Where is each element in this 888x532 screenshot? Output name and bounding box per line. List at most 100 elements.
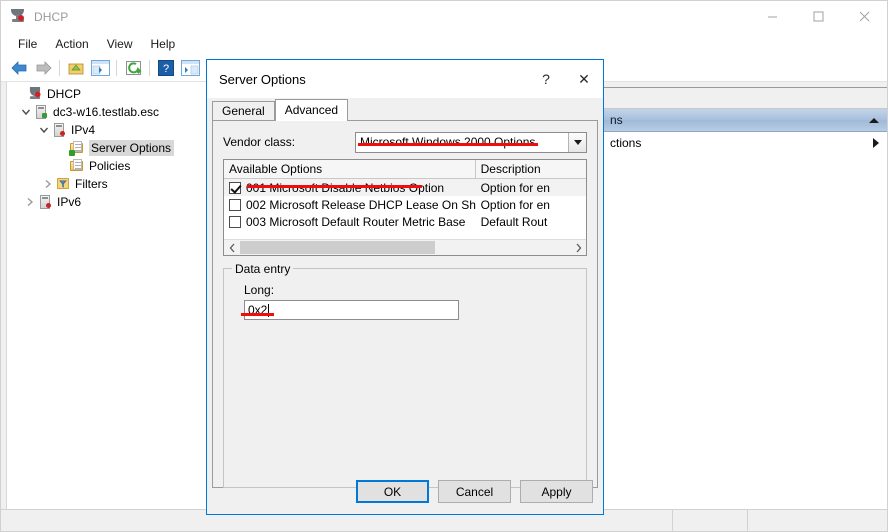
tree-item-ipv6[interactable]: IPv6 [7,193,209,211]
server-options-dialog: Server Options ? ✕ General Advanced Vend… [206,59,604,515]
option-description: Option for en [476,181,586,195]
available-options-list[interactable]: Available Options Description 001 Micros… [223,159,587,256]
vendor-class-underline [358,143,538,146]
chevron-right-icon[interactable] [23,194,37,210]
tree-item-dc3-w16-testlab-esc[interactable]: dc3-w16.testlab.esc [7,103,209,121]
tree-item-label: dc3-w16.testlab.esc [53,105,159,119]
server-icon [33,104,49,120]
scrollbar-thumb[interactable] [240,241,435,254]
filters-folder-icon [55,176,71,192]
maximize-icon[interactable] [795,1,841,32]
scrollbar-track[interactable] [240,240,570,256]
option-row-name-cell[interactable]: 003 Microsoft Default Router Metric Base [224,215,476,229]
tree-item-label: Server Options [89,140,174,156]
chevron-down-icon[interactable] [19,104,33,120]
svg-text:?: ? [163,63,169,75]
toolbar-separator [116,60,117,76]
help-icon[interactable]: ? [155,57,177,79]
close-icon[interactable] [841,1,887,32]
show-hide-tree-icon[interactable] [89,57,111,79]
long-value-underline [241,313,274,316]
horizontal-scrollbar[interactable] [224,239,586,255]
tab-general[interactable]: General [212,101,275,120]
menu-file[interactable]: File [9,34,46,54]
window-controls [749,1,887,32]
vendor-class-row: Vendor class: Microsoft Windows 2000 Opt… [223,131,587,153]
apply-button[interactable]: Apply [520,480,593,503]
minimize-icon[interactable] [749,1,795,32]
menu-help[interactable]: Help [142,34,185,54]
collapse-chevron-icon[interactable] [869,118,879,123]
menu-action[interactable]: Action [46,34,97,54]
dialog-title: Server Options [219,72,306,87]
available-options-header: Available Options Description [224,160,586,179]
tree-item-label: Filters [75,177,108,191]
vendor-class-label: Vendor class: [223,135,355,149]
toolbar-separator [59,60,60,76]
advanced-tab-panel: Vendor class: Microsoft Windows 2000 Opt… [212,120,598,488]
console-tree: DHCP dc3-w16.testlab.esc IPv4 [7,82,210,528]
chevron-right-icon[interactable] [41,176,55,192]
cancel-button[interactable]: Cancel [438,480,511,503]
server-options-folder-icon [69,140,85,156]
table-row[interactable]: 002 Microsoft Release DHCP Lease On Shut… [224,196,586,213]
option-description: Default Rout [476,215,586,229]
close-icon[interactable]: ✕ [565,60,603,98]
submenu-arrow-icon[interactable] [873,138,879,148]
option-001-underline [247,185,422,188]
chevron-down-icon[interactable] [37,122,51,138]
tree-item-policies[interactable]: Policies [7,157,209,175]
properties-icon[interactable] [122,57,144,79]
tree-item-ipv4[interactable]: IPv4 [7,121,209,139]
option-description: Option for en [476,198,586,212]
ipv4-server-icon [51,122,67,138]
option-checkbox[interactable] [229,216,241,228]
tree-item-server-options[interactable]: Server Options [7,139,209,157]
show-action-pane-icon[interactable] [179,57,201,79]
long-field-label: Long: [244,283,576,297]
actions-pane-more-actions-row[interactable]: ctions [604,132,887,154]
option-row-name-cell[interactable]: 002 Microsoft Release DHCP Lease On Shut… [224,198,476,212]
toolbar-separator [149,60,150,76]
tree-item-label: IPv6 [57,195,81,209]
option-checkbox[interactable] [229,199,241,211]
twisty-spacer [13,86,27,102]
table-row[interactable]: 003 Microsoft Default Router Metric Base… [224,213,586,230]
tree-item-label: IPv4 [71,123,95,137]
data-entry-group: Data entry Long: 0x2 [223,268,587,488]
tree-item-dhcp[interactable]: DHCP [7,85,209,103]
column-header-description[interactable]: Description [476,160,586,178]
long-value-input[interactable]: 0x2 [244,300,459,320]
option-checkbox[interactable] [229,182,241,194]
dialog-controls: ? ✕ [527,60,603,98]
data-entry-group-title: Data entry [232,262,293,276]
tab-advanced[interactable]: Advanced [275,99,348,121]
vendor-class-dropdown[interactable]: Microsoft Windows 2000 Options [355,132,587,153]
tree-item-label: DHCP [47,87,81,101]
forward-arrow-icon[interactable] [32,57,54,79]
dialog-button-row: OK Cancel Apply [356,480,593,503]
twisty-spacer [55,158,69,174]
menu-view[interactable]: View [98,34,142,54]
column-header-available-options[interactable]: Available Options [224,160,476,178]
dhcp-console-icon [10,9,26,25]
back-arrow-icon[interactable] [8,57,30,79]
option-name: 002 Microsoft Release DHCP Lease On Shut… [246,198,476,212]
actions-pane-header-label: ns [610,113,623,127]
dialog-tabstrip: General Advanced [212,98,603,120]
chevron-down-icon[interactable] [568,133,586,152]
twisty-spacer [55,140,69,156]
dialog-titlebar: Server Options ? ✕ [207,60,603,98]
up-folder-icon[interactable] [65,57,87,79]
vendor-class-value: Microsoft Windows 2000 Options [356,135,568,149]
scroll-right-icon[interactable] [570,240,586,256]
option-name: 003 Microsoft Default Router Metric Base [246,215,465,229]
actions-pane-header[interactable]: ns [604,109,887,132]
tree-item-filters[interactable]: Filters [7,175,209,193]
help-question-icon[interactable]: ? [527,60,565,98]
ok-button[interactable]: OK [356,480,429,503]
window-titlebar: DHCP [1,1,887,32]
scroll-left-icon[interactable] [224,240,240,256]
status-cell-3 [748,510,887,531]
left-scroll-gutter[interactable] [1,82,7,528]
